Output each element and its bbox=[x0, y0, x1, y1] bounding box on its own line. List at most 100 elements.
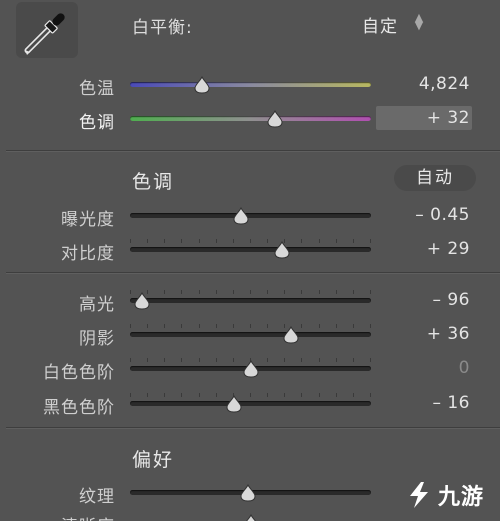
slider-tick bbox=[215, 290, 217, 294]
slider-tick bbox=[250, 324, 251, 328]
contrast-ticks bbox=[130, 239, 371, 243]
blacks-slider-track[interactable] bbox=[130, 401, 371, 406]
slider-tick bbox=[198, 324, 200, 328]
slider-tick bbox=[232, 358, 234, 362]
tint-label: 色调 bbox=[79, 113, 115, 133]
slider-tick bbox=[352, 324, 354, 328]
slider-tick bbox=[147, 324, 149, 328]
nine-game-logo-icon bbox=[410, 482, 428, 508]
slider-tick bbox=[181, 290, 183, 294]
slider-tick bbox=[130, 239, 131, 243]
shadows-slider-thumb[interactable] bbox=[282, 326, 300, 344]
slider-tick bbox=[284, 358, 286, 362]
white-balance-mode-select[interactable]: 自定 bbox=[362, 12, 398, 37]
blacks-ticks bbox=[130, 393, 371, 397]
slider-tick bbox=[335, 239, 337, 243]
texture-slider-thumb[interactable] bbox=[239, 484, 257, 502]
slider-tick bbox=[335, 290, 337, 294]
slider-tick bbox=[232, 239, 234, 243]
clarity-label: 清晰度 bbox=[61, 512, 115, 521]
shadows-value[interactable]: + 36 bbox=[427, 324, 470, 344]
slider-tick bbox=[318, 393, 320, 397]
slider-tick bbox=[301, 393, 303, 397]
slider-tick bbox=[318, 239, 320, 243]
texture-label: 纹理 bbox=[79, 487, 115, 507]
watermark-logo: 九游 bbox=[404, 476, 496, 514]
exposure-value[interactable]: – 0.45 bbox=[415, 205, 470, 225]
whites-label: 白色色阶 bbox=[43, 363, 115, 383]
slider-tick bbox=[164, 393, 166, 397]
temp-slider-track[interactable] bbox=[130, 82, 371, 87]
tint-value[interactable]: + 32 bbox=[427, 108, 470, 128]
section-divider bbox=[6, 150, 500, 152]
contrast-slider-thumb[interactable] bbox=[273, 241, 291, 259]
slider-tick bbox=[130, 393, 131, 397]
highlights-slider-track[interactable] bbox=[130, 298, 371, 303]
blacks-value[interactable]: – 16 bbox=[432, 393, 470, 413]
slider-tick bbox=[352, 393, 354, 397]
slider-tick bbox=[198, 358, 200, 362]
shadows-slider-track[interactable] bbox=[130, 332, 371, 337]
slider-tick bbox=[164, 239, 166, 243]
slider-tick bbox=[250, 393, 251, 397]
slider-tick bbox=[198, 290, 200, 294]
contrast-slider-track[interactable] bbox=[130, 247, 371, 252]
exposure-slider-thumb[interactable] bbox=[232, 207, 250, 225]
eyedropper-icon bbox=[24, 13, 65, 55]
slider-tick bbox=[318, 290, 320, 294]
tint-slider-thumb[interactable] bbox=[266, 110, 284, 128]
whites-value[interactable]: 0 bbox=[459, 358, 470, 378]
clarity-slider-thumb[interactable] bbox=[242, 514, 260, 521]
slider-tick bbox=[198, 239, 200, 243]
slider-tick bbox=[352, 290, 354, 294]
watermark-text: 九游 bbox=[438, 485, 485, 510]
contrast-label: 对比度 bbox=[61, 244, 115, 264]
slider-tick bbox=[232, 290, 234, 294]
slider-tick bbox=[181, 393, 183, 397]
slider-tick bbox=[181, 358, 183, 362]
slider-tick bbox=[352, 358, 354, 362]
slider-tick bbox=[181, 239, 183, 243]
slider-tick bbox=[370, 358, 371, 362]
slider-tick bbox=[267, 324, 269, 328]
slider-tick bbox=[147, 393, 149, 397]
slider-tick bbox=[267, 393, 269, 397]
whites-slider-thumb[interactable] bbox=[242, 360, 260, 378]
slider-tick bbox=[130, 324, 131, 328]
contrast-value[interactable]: + 29 bbox=[427, 239, 470, 259]
exposure-slider-track[interactable] bbox=[130, 213, 371, 218]
blacks-label: 黑色色阶 bbox=[43, 398, 115, 418]
auto-tone-button[interactable]: 自动 bbox=[394, 165, 476, 191]
basic-panel: 白平衡: 自定 ▲ ▼ 色温 4,824 色调 + 32 色调 自动 曝光度 – … bbox=[0, 0, 500, 521]
slider-tick bbox=[301, 239, 303, 243]
slider-tick bbox=[215, 324, 217, 328]
slider-tick bbox=[267, 290, 269, 294]
slider-tick bbox=[370, 324, 371, 328]
slider-tick bbox=[335, 324, 337, 328]
white-balance-eyedropper[interactable] bbox=[16, 2, 78, 58]
section-divider bbox=[6, 272, 500, 274]
slider-tick bbox=[318, 358, 320, 362]
slider-tick bbox=[164, 358, 166, 362]
section-divider bbox=[6, 427, 500, 429]
slider-tick bbox=[301, 290, 303, 294]
tint-slider-track[interactable] bbox=[130, 116, 371, 121]
slider-tick bbox=[352, 239, 354, 243]
highlights-label: 高光 bbox=[79, 295, 115, 315]
slider-tick bbox=[198, 393, 200, 397]
slider-tick bbox=[164, 324, 166, 328]
slider-tick bbox=[130, 290, 131, 294]
slider-tick bbox=[232, 324, 234, 328]
slider-tick bbox=[301, 324, 303, 328]
temp-slider-thumb[interactable] bbox=[193, 76, 211, 94]
up-down-chevron-icon[interactable]: ▲ ▼ bbox=[414, 12, 424, 31]
slider-tick bbox=[181, 324, 183, 328]
slider-tick bbox=[250, 239, 251, 243]
slider-tick bbox=[267, 239, 269, 243]
highlights-value[interactable]: – 96 bbox=[432, 290, 470, 310]
blacks-slider-thumb[interactable] bbox=[225, 395, 243, 413]
highlights-slider-thumb[interactable] bbox=[133, 292, 151, 310]
slider-tick bbox=[284, 393, 286, 397]
tone-section-title: 色调 bbox=[132, 171, 175, 193]
temp-value[interactable]: 4,824 bbox=[419, 74, 470, 94]
